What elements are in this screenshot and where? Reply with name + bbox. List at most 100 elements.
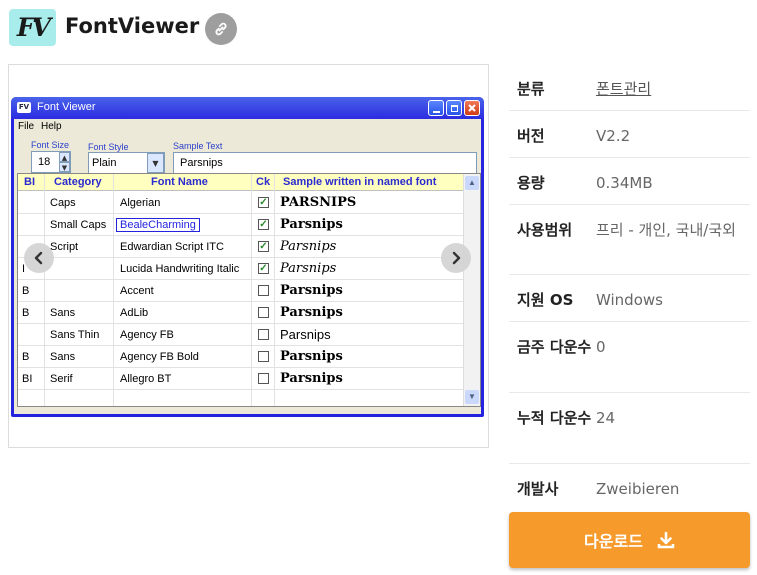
- cell-sample: Parsnips: [280, 327, 331, 342]
- maximize-icon: [446, 100, 462, 116]
- window-body: File Help Font Size 18 ▲ ▼ Font Style Pl…: [14, 119, 481, 414]
- grid-header: BI Category Font Name Ck Sample written …: [18, 174, 464, 191]
- cell-bi: I: [22, 263, 26, 275]
- cell-category: Sans: [50, 351, 76, 363]
- column-header: Sample written in named font: [283, 176, 437, 188]
- link-button[interactable]: [205, 13, 237, 45]
- cell-category: Small Caps: [50, 219, 107, 231]
- download-button-label: 다운로드: [584, 532, 643, 551]
- cell-category: Script: [50, 241, 79, 253]
- cell-sample: Parsnips: [280, 305, 343, 320]
- cell-font-name: Lucida Handwriting Italic: [120, 263, 240, 275]
- screenshot-gallery: FV Font Viewer File Help Font Size 18 ▲ …: [8, 64, 489, 448]
- checkbox: [258, 351, 269, 362]
- info-label: 분류: [517, 80, 545, 98]
- gallery-prev-button[interactable]: [24, 243, 54, 273]
- download-icon: [657, 531, 675, 549]
- checkbox: [258, 285, 269, 296]
- chevron-right-icon: [452, 251, 461, 265]
- cell-font-name: BealeCharming: [116, 218, 200, 232]
- table-row: BI Serif Allegro BT Parsnips: [18, 368, 464, 390]
- link-icon: [215, 22, 227, 36]
- checkbox: ✓: [258, 263, 269, 274]
- column-header: Category: [54, 176, 102, 188]
- cell-sample: Parsnips: [280, 217, 343, 232]
- info-label: 누적 다운수: [517, 409, 592, 427]
- close-icon: [464, 100, 480, 116]
- category-link[interactable]: 폰트관리: [596, 77, 746, 101]
- cell-bi: BI: [22, 373, 33, 385]
- cell-category: Sans Thin: [50, 329, 100, 341]
- app-logo: FV: [9, 9, 56, 46]
- cell-category: Caps: [50, 197, 76, 209]
- window-app-icon: FV: [17, 102, 31, 113]
- info-row: 지원 OS Windows: [509, 275, 750, 322]
- column-header: Font Name: [151, 176, 208, 188]
- cell-font-name: Allegro BT: [120, 373, 172, 385]
- checkbox: ✓: [258, 241, 269, 252]
- font-size-label: Font Size: [31, 140, 70, 150]
- cell-sample: PARSNIPS: [280, 195, 357, 210]
- download-button[interactable]: 다운로드: [509, 512, 750, 568]
- info-value: 프리 - 개인, 국내/국외: [596, 221, 736, 239]
- table-row: B Sans AdLib Parsnips: [18, 302, 464, 324]
- checkbox: [258, 307, 269, 318]
- cell-font-name: AdLib: [120, 307, 149, 319]
- cell-bi: B: [22, 307, 30, 319]
- cell-font-name: Accent: [120, 285, 154, 297]
- column-header: Ck: [256, 176, 271, 188]
- info-label: 지원 OS: [517, 291, 574, 309]
- chevron-left-icon: [34, 251, 43, 265]
- table-row: Sans Thin Agency FB Parsnips: [18, 324, 464, 346]
- checkbox: ✓: [258, 197, 269, 208]
- cell-category: Sans: [50, 307, 76, 319]
- info-row: 금주 다운수 0: [509, 322, 750, 393]
- sample-text-label: Sample Text: [173, 141, 223, 151]
- minimize-icon: [428, 100, 444, 116]
- info-row: 사용범위 프리 - 개인, 국내/국외: [509, 205, 750, 275]
- cell-font-name: Edwardian Script ITC: [120, 241, 224, 253]
- font-grid: BI Category Font Name Ck Sample written …: [17, 173, 481, 407]
- checkbox: [258, 329, 269, 340]
- cell-font-name: Algerian: [120, 197, 161, 209]
- info-value: Zweibieren: [596, 480, 680, 498]
- checkbox: ✓: [258, 219, 269, 230]
- table-row: I Lucida Handwriting Italic ✓ Parsnips: [18, 258, 464, 280]
- font-style-label: Font Style: [88, 142, 129, 152]
- scroll-up-icon: ▲: [465, 176, 479, 190]
- table-row: B Sans Agency FB Bold Parsnips: [18, 346, 464, 368]
- table-row: Script Edwardian Script ITC ✓ Parsnips: [18, 236, 464, 258]
- font-style-value: Plain: [92, 157, 117, 169]
- sample-text-value: Parsnips: [180, 157, 223, 169]
- info-label: 개발사: [517, 480, 559, 498]
- checkbox: [258, 373, 269, 384]
- info-row: 누적 다운수 24: [509, 393, 750, 464]
- window-title: Font Viewer: [37, 101, 96, 113]
- cell-font-name: Agency FB Bold: [120, 351, 199, 363]
- cell-bi: B: [22, 351, 30, 363]
- cell-sample: Parsnips: [280, 349, 343, 364]
- table-row: Caps Algerian ✓ PARSNIPS: [18, 192, 464, 214]
- spin-up-icon: ▲: [59, 152, 70, 162]
- spin-down-icon: ▼: [59, 162, 70, 172]
- cell-sample: Parsnips: [280, 239, 337, 254]
- cell-category: Serif: [50, 373, 73, 385]
- info-value: 24: [596, 409, 616, 427]
- sample-text-field: Parsnips: [173, 152, 477, 174]
- screenshot-window: FV Font Viewer File Help Font Size 18 ▲ …: [11, 97, 484, 417]
- info-row: 용량 0.34MB: [509, 158, 750, 205]
- cell-font-name: Agency FB: [120, 329, 174, 341]
- info-row: 개발사 Zweibieren: [509, 464, 750, 511]
- column-header: BI: [24, 176, 35, 188]
- menu-bar: File Help: [14, 119, 481, 134]
- scroll-down-icon: ▼: [465, 390, 479, 404]
- info-value: V2.2: [596, 127, 631, 145]
- info-row: 버전 V2.2: [509, 111, 750, 158]
- cell-sample: Parsnips: [280, 261, 337, 276]
- menu-item-file: File: [18, 121, 35, 132]
- gallery-next-button[interactable]: [441, 243, 471, 273]
- info-value: Windows: [596, 291, 663, 309]
- cell-sample: Parsnips: [280, 371, 343, 386]
- app-title: FontViewer: [65, 14, 200, 38]
- cell-bi: B: [22, 285, 30, 297]
